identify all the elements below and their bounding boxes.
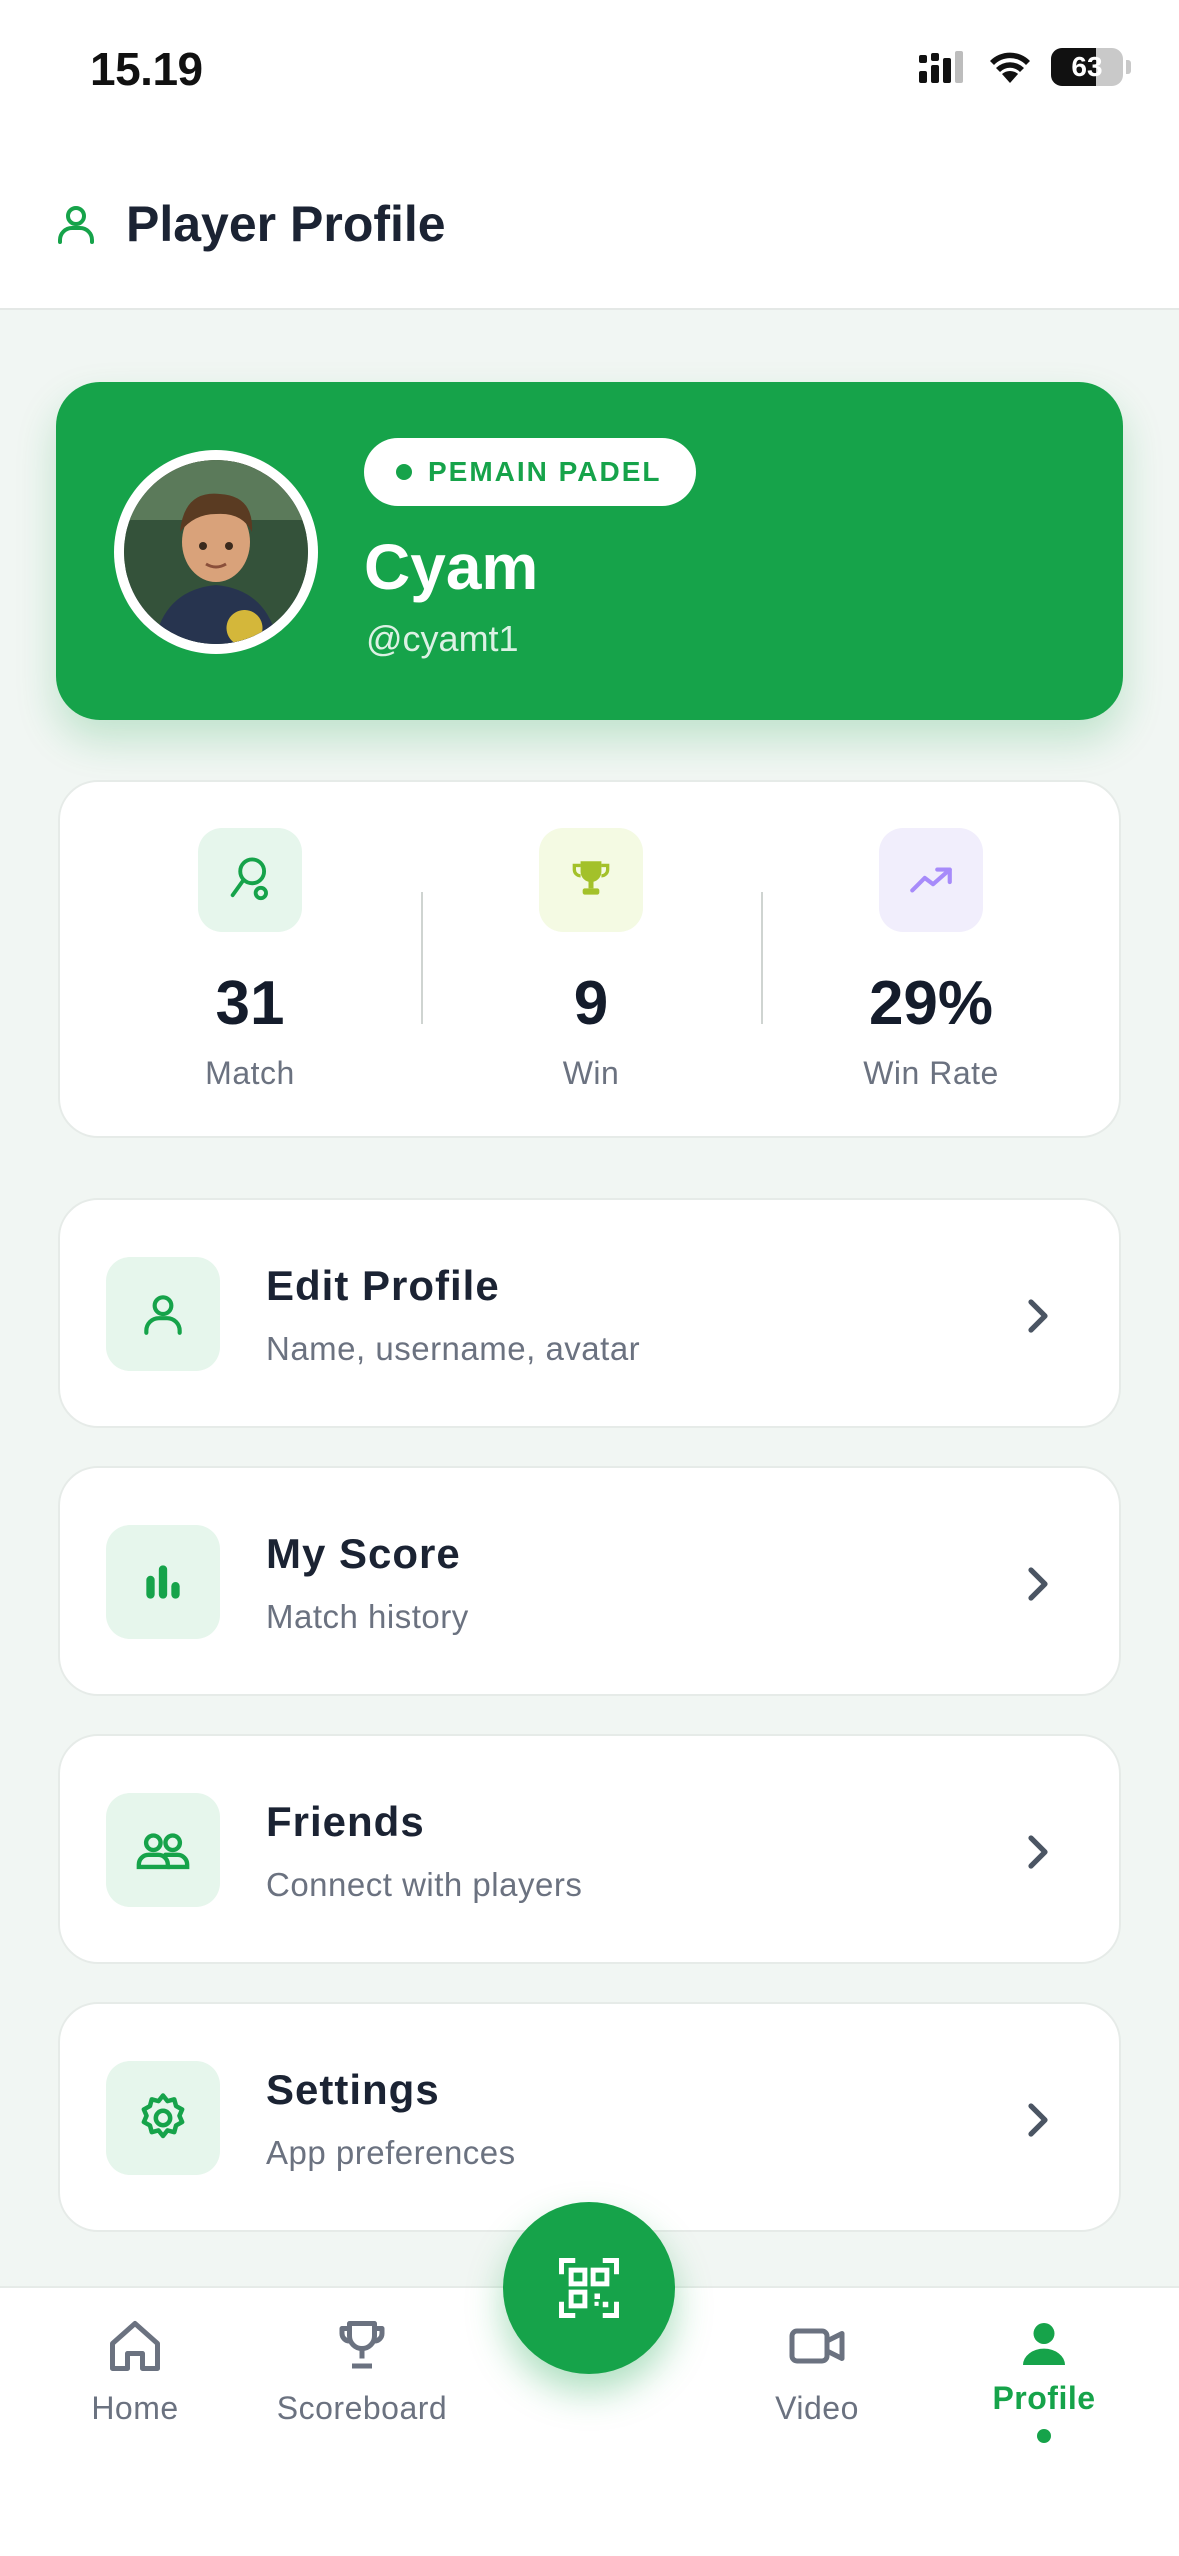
page-title: Player Profile <box>126 196 446 252</box>
battery-tip <box>1126 60 1131 74</box>
active-indicator-dot <box>1037 2429 1051 2443</box>
badge-label: PEMAIN PADEL <box>428 456 662 487</box>
menu-icon-box <box>106 2061 220 2175</box>
status-time: 15.19 <box>90 43 203 95</box>
trend-up-icon <box>910 867 952 893</box>
menu-subtitle: Connect with players <box>266 1866 583 1903</box>
stat-icon-box <box>198 828 302 932</box>
trophy-icon <box>572 861 610 895</box>
bar-chart-icon <box>146 1565 180 1599</box>
menu-item-edit-profile[interactable]: Edit Profile Name, username, avatar <box>58 1198 1121 1428</box>
chevron-right-icon <box>1021 1296 1057 1336</box>
chevron-right-icon <box>1021 1832 1057 1872</box>
qr-scan-icon <box>559 2258 619 2318</box>
avatar-illustration <box>124 460 308 644</box>
stat-icon-box <box>879 828 983 932</box>
app-header: Player Profile <box>0 140 1179 310</box>
profile-name: Cyam <box>364 531 539 603</box>
user-icon <box>58 206 94 244</box>
menu-subtitle: App preferences <box>266 2134 516 2171</box>
avatar[interactable] <box>114 450 318 654</box>
battery-percent: 63 <box>1071 51 1103 82</box>
menu-icon-box <box>106 1257 220 1371</box>
stats-card: 31 Match 9 Win 29% Win Rate <box>58 780 1121 1138</box>
stat-value: 31 <box>215 969 285 1038</box>
stat-win-rate: 29% Win Rate <box>761 782 1101 1136</box>
stat-match: 31 Match <box>80 782 420 1136</box>
stat-value: 29% <box>868 969 994 1038</box>
menu-title: Friends <box>266 1798 425 1845</box>
nav-item-scoreboard[interactable]: Scoreboard <box>262 2316 462 2427</box>
menu-icon-box <box>106 1793 220 1907</box>
avatar-image <box>124 460 308 644</box>
video-icon <box>789 2328 845 2364</box>
menu-icon-box <box>106 1525 220 1639</box>
cellular-signal-icon <box>919 51 963 83</box>
menu-subtitle: Name, username, avatar <box>266 1330 641 1367</box>
menu-item-friends[interactable]: Friends Connect with players <box>58 1734 1121 1964</box>
nav-item-profile[interactable]: Profile <box>944 2316 1144 2443</box>
nav-label: Home <box>91 2390 179 2426</box>
status-bar: 15.19 63 <box>0 0 1179 140</box>
status-icons: 63 <box>919 48 1131 86</box>
stat-label: Match <box>205 1055 295 1091</box>
profile-username: @cyamt1 <box>366 618 519 659</box>
user-icon <box>144 1295 182 1335</box>
chevron-right-icon <box>1021 2100 1057 2140</box>
friends-icon <box>136 1833 190 1870</box>
wifi-icon <box>990 52 1030 83</box>
menu-title: Edit Profile <box>266 1262 500 1309</box>
racket-icon <box>230 857 268 901</box>
home-icon <box>110 2321 160 2371</box>
player-type-badge: PEMAIN PADEL <box>364 438 696 506</box>
stat-label: Win Rate <box>863 1055 999 1091</box>
chevron-right-icon <box>1021 1564 1057 1604</box>
menu-item-settings[interactable]: Settings App preferences <box>58 2002 1121 2232</box>
nav-label: Profile <box>992 2380 1096 2416</box>
menu-subtitle: Match history <box>266 1598 469 1635</box>
profile-hero-card: PEMAIN PADEL Cyam @cyamt1 <box>56 382 1123 720</box>
badge-dot-icon <box>396 464 412 480</box>
nav-label: Video <box>775 2390 859 2426</box>
stat-label: Win <box>562 1055 620 1091</box>
nav-label: Scoreboard <box>276 2390 448 2426</box>
qr-scan-button[interactable] <box>503 2202 675 2374</box>
profile-icon <box>1023 2323 1065 2365</box>
trophy-icon <box>339 2321 385 2369</box>
gear-icon <box>141 2093 185 2139</box>
nav-item-video[interactable]: Video <box>717 2316 917 2427</box>
nav-item-home[interactable]: Home <box>35 2316 235 2427</box>
stat-icon-box <box>539 828 643 932</box>
menu-title: Settings <box>266 2066 440 2113</box>
stat-win: 9 Win <box>421 782 761 1136</box>
menu-title: My Score <box>266 1530 461 1577</box>
menu-item-my-score[interactable]: My Score Match history <box>58 1466 1121 1696</box>
stat-value: 9 <box>573 969 609 1038</box>
battery-indicator: 63 <box>1051 48 1123 86</box>
